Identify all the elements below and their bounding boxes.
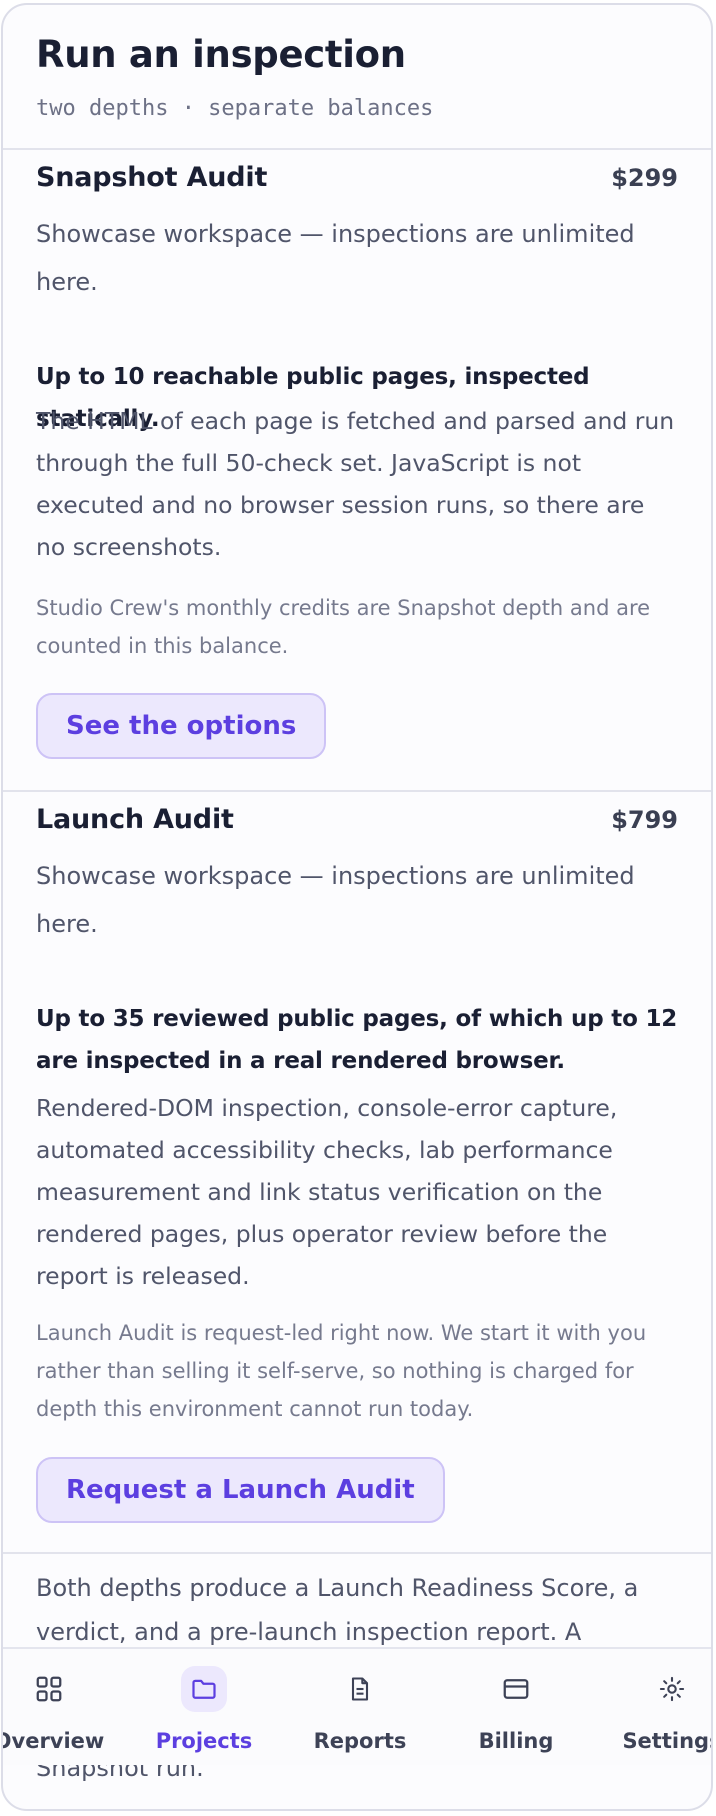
plan-header: Snapshot Audit $299 (36, 162, 678, 193)
workspace-note: Showcase workspace — inspections are unl… (36, 220, 635, 296)
nav-overview[interactable]: Overview (1, 1649, 119, 1765)
card-icon (493, 1666, 539, 1712)
request-launch-audit-button[interactable]: Request a Launch Audit (36, 1457, 445, 1523)
gear-icon (649, 1666, 695, 1712)
plan-description: The HTML of each page is fetched and par… (36, 407, 675, 561)
plan-price: $799 (611, 806, 678, 834)
inspection-card: Run an inspection two depths · separate … (1, 3, 713, 1811)
workspace-note: Showcase workspace — inspections are unl… (36, 862, 635, 938)
summary-line-1: Both depths produce a Launch Readiness S… (36, 1574, 639, 1602)
plan-name: Snapshot Audit (36, 162, 268, 193)
nav-reports[interactable]: Reports (290, 1649, 430, 1765)
plan-scope: Up to 35 reviewed public pages, of which… (36, 1006, 678, 1074)
page-title: Run an inspection (36, 33, 406, 76)
plan-fine-print: Studio Crew's monthly credits are Snapsh… (36, 596, 651, 658)
nav-label: Overview (1, 1729, 105, 1753)
nav-label: Projects (155, 1729, 253, 1753)
plan-price: $299 (611, 164, 678, 192)
nav-projects[interactable]: Projects (134, 1649, 274, 1765)
plan-name: Launch Audit (36, 804, 234, 835)
document-icon (337, 1666, 383, 1712)
nav-label: Settings (622, 1729, 713, 1753)
nav-label: Billing (478, 1729, 554, 1753)
plan-fine-print: Launch Audit is request-led right now. W… (36, 1321, 647, 1421)
folder-icon (181, 1666, 227, 1712)
plan-header: Launch Audit $799 (36, 804, 678, 835)
plan-description: Rendered-DOM inspection, console-error c… (36, 1094, 618, 1290)
see-options-button[interactable]: See the options (36, 693, 327, 759)
card-header: Run an inspection two depths · separate … (3, 5, 711, 150)
page-subtitle: two depths · separate balances (36, 96, 434, 121)
bottom-nav: Overview Projects Reports Billing Settin… (1, 1647, 713, 1765)
plan-launch: Launch Audit $799 Showcase workspace — i… (3, 794, 711, 1554)
nav-label: Reports (313, 1729, 407, 1753)
nav-billing[interactable]: Billing (446, 1649, 586, 1765)
nav-settings[interactable]: Settings (602, 1649, 713, 1765)
plan-snapshot: Snapshot Audit $299 Showcase workspace —… (3, 152, 711, 792)
grid-icon (26, 1666, 72, 1712)
